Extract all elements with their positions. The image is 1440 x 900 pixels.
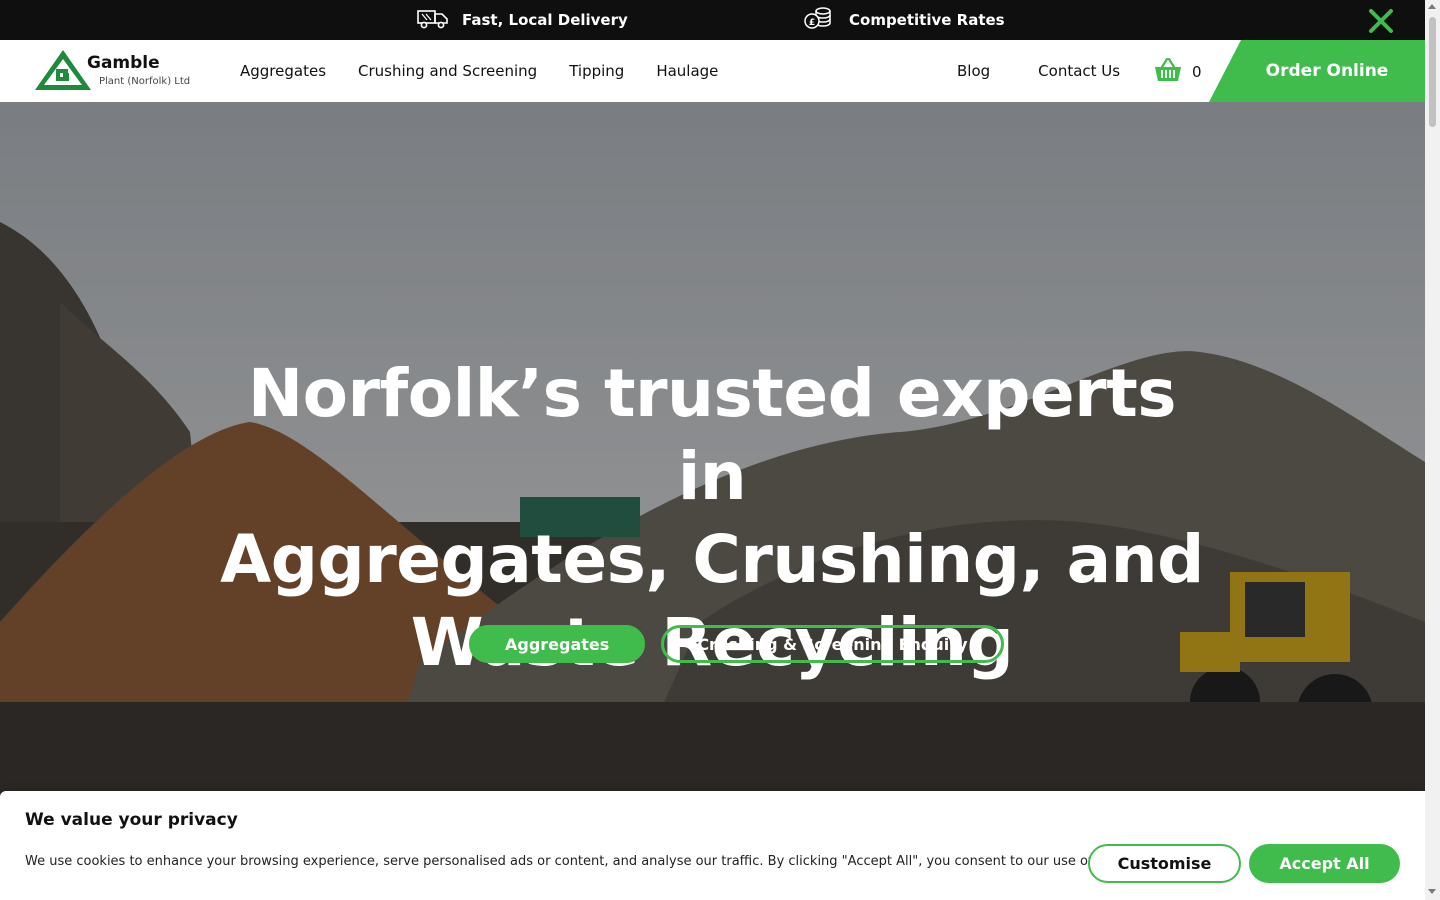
scrollbar[interactable] [1425, 0, 1440, 900]
logo[interactable]: Gamble Plant (Norfolk) Ltd [34, 49, 194, 93]
nav-crushing-and-screening[interactable]: Crushing and Screening [358, 62, 537, 80]
hero-section: Norfolk’s trusted experts in Aggregates,… [0, 102, 1425, 800]
aggregates-button[interactable]: Aggregates [469, 625, 646, 663]
scroll-up-arrow-icon[interactable] [1428, 4, 1436, 9]
nav-blog[interactable]: Blog [957, 62, 990, 80]
cookie-text: We use cookies to enhance your browsing … [25, 854, 1150, 869]
rates-promo: £ Competitive Rates [803, 0, 1005, 40]
cookie-banner: We value your privacy We use cookies to … [0, 791, 1425, 900]
site-header: Gamble Plant (Norfolk) Ltd Aggregates Cr… [0, 40, 1425, 102]
delivery-promo-label: Fast, Local Delivery [462, 11, 628, 29]
hero-actions: Aggregates Crushing & Screening Enquiry [469, 625, 1004, 663]
scroll-down-arrow-icon[interactable] [1428, 889, 1436, 894]
hero-title-line: Aggregates, Crushing, and [220, 521, 1204, 598]
logo-subtitle: Plant (Norfolk) Ltd [99, 76, 191, 87]
cookie-title: We value your privacy [25, 810, 238, 830]
main-nav: Aggregates Crushing and Screening Tippin… [240, 40, 718, 102]
scrollbar-thumb[interactable] [1429, 17, 1436, 127]
rates-promo-label: Competitive Rates [849, 11, 1005, 29]
logo-mark-icon [35, 50, 91, 90]
nav-tipping[interactable]: Tipping [569, 62, 624, 80]
order-online-button[interactable]: Order Online [1209, 40, 1425, 102]
delivery-promo: Fast, Local Delivery [416, 0, 628, 40]
basket-icon [1154, 57, 1182, 87]
cart-count: 0 [1192, 63, 1202, 81]
crushing-screening-enquiry-button[interactable]: Crushing & Screening Enquiry [661, 625, 1004, 663]
svg-text:£: £ [809, 18, 815, 28]
secondary-nav: Blog Contact Us [957, 40, 1120, 102]
nav-haulage[interactable]: Haulage [656, 62, 718, 80]
accept-all-button[interactable]: Accept All [1249, 844, 1400, 883]
customise-button[interactable]: Customise [1088, 844, 1241, 883]
nav-aggregates[interactable]: Aggregates [240, 62, 326, 80]
close-icon[interactable] [1367, 7, 1395, 35]
hero-title-line: Norfolk’s trusted experts in [247, 355, 1177, 515]
nav-contact-us[interactable]: Contact Us [1038, 62, 1120, 80]
announcement-bar: Fast, Local Delivery £ Competitive Rates [0, 0, 1425, 40]
logo-name: Gamble [87, 53, 160, 73]
delivery-truck-icon [416, 6, 450, 34]
cart-button[interactable]: 0 [1154, 57, 1202, 87]
coins-icon: £ [803, 5, 837, 35]
